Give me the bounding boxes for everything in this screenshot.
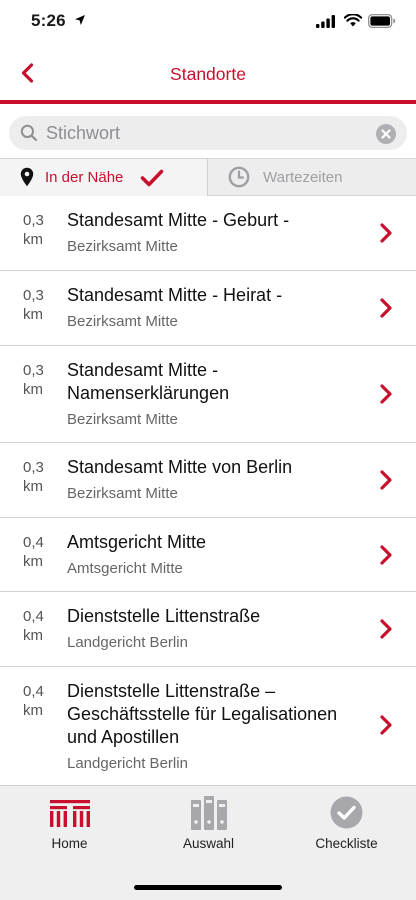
search-field[interactable]: [9, 116, 407, 150]
navigation-bar: Standorte: [0, 44, 416, 100]
distance-label: 0,4 km: [23, 608, 44, 644]
tab-selection[interactable]: Auswahl: [139, 786, 278, 858]
distance-label: 0,3 km: [23, 287, 44, 323]
tab-home-label: Home: [51, 836, 88, 851]
list-item[interactable]: 0,3 km Standesamt Mitte - Namenserklärun…: [0, 346, 416, 443]
chevron-right-icon: [380, 715, 392, 735]
distance-label: 0,3 km: [23, 362, 44, 398]
location-subtitle: Bezirksamt Mitte: [67, 238, 178, 255]
chevron-right-icon: [380, 619, 392, 639]
list-item[interactable]: 0,4 km Amtsgericht Mitte Amtsgericht Mit…: [0, 518, 416, 592]
location-title: Dienststelle Littenstraße: [67, 606, 261, 626]
location-title: Standesamt Mitte - Heirat -: [67, 285, 283, 305]
check-circle-icon: [330, 796, 363, 829]
location-subtitle: Bezirksamt Mitte: [67, 313, 178, 330]
home-indicator: [134, 885, 282, 890]
tab-checklist-label: Checkliste: [315, 836, 378, 851]
close-icon: [381, 129, 391, 139]
binders-icon: [191, 796, 227, 830]
list-item[interactable]: 0,4 km Dienststelle Littenstraße Landger…: [0, 592, 416, 667]
tab-nearby-label: In der Nähe: [45, 169, 124, 186]
tab-waiting-times-label: Wartezeiten: [263, 169, 343, 186]
battery-icon: [368, 14, 396, 28]
tab-waiting-times[interactable]: Wartezeiten: [208, 159, 416, 196]
status-time: 5:26: [31, 11, 66, 30]
search-icon: [20, 124, 38, 142]
checkmark-icon: [140, 169, 164, 187]
location-title: Standesamt Mitte - Geburt -: [67, 210, 290, 230]
home-logo-icon: [50, 800, 90, 827]
cellular-signal-icon: [316, 15, 335, 28]
location-subtitle: Bezirksamt Mitte: [67, 411, 178, 428]
status-bar: 5:26: [0, 0, 416, 44]
chevron-right-icon: [380, 298, 392, 318]
distance-label: 0,3 km: [23, 212, 44, 248]
location-title: Amtsgericht Mitte: [67, 532, 207, 552]
distance-label: 0,3 km: [23, 459, 44, 495]
chevron-right-icon: [380, 545, 392, 565]
list-item[interactable]: 0,3 km Standesamt Mitte - Geburt - Bezir…: [0, 196, 416, 271]
location-subtitle: Landgericht Berlin: [67, 755, 188, 772]
distance-label: 0,4 km: [23, 534, 44, 570]
distance-label: 0,4 km: [23, 683, 44, 719]
clear-search-icon[interactable]: [376, 124, 396, 144]
list-item[interactable]: 0,4 km Dienststelle Littenstraße – Gesch…: [0, 667, 416, 785]
segment-control: In der Nähe Wartezeiten: [0, 158, 416, 196]
page-title: Standorte: [170, 64, 246, 84]
location-subtitle: Amtsgericht Mitte: [67, 560, 183, 577]
chevron-right-icon: [380, 470, 392, 490]
list-item[interactable]: 0,3 km Standesamt Mitte von Berlin Bezir…: [0, 443, 416, 518]
tab-bar: Home Auswahl Checkliste: [0, 785, 416, 900]
search-bar: [0, 104, 416, 158]
tab-home[interactable]: Home: [0, 786, 139, 858]
location-arrow-icon: [75, 15, 85, 25]
tab-nearby[interactable]: In der Nähe: [0, 159, 207, 196]
clock-icon: [228, 166, 250, 188]
search-input[interactable]: [46, 116, 366, 150]
chevron-right-icon: [380, 384, 392, 404]
location-title: Standesamt Mitte - Namenserklärungen: [67, 360, 230, 403]
location-subtitle: Bezirksamt Mitte: [67, 485, 178, 502]
chevron-right-icon: [380, 223, 392, 243]
tab-checklist[interactable]: Checkliste: [277, 786, 416, 858]
wifi-icon: [344, 14, 362, 27]
location-title: Dienststelle Littenstraße – Geschäftsste…: [67, 681, 338, 747]
location-list: 0,3 km Standesamt Mitte - Geburt - Bezir…: [0, 196, 416, 785]
location-subtitle: Landgericht Berlin: [67, 634, 188, 651]
map-pin-icon: [20, 167, 34, 187]
location-title: Standesamt Mitte von Berlin: [67, 457, 293, 477]
list-item[interactable]: 0,3 km Standesamt Mitte - Heirat - Bezir…: [0, 271, 416, 346]
tab-selection-label: Auswahl: [182, 836, 235, 851]
